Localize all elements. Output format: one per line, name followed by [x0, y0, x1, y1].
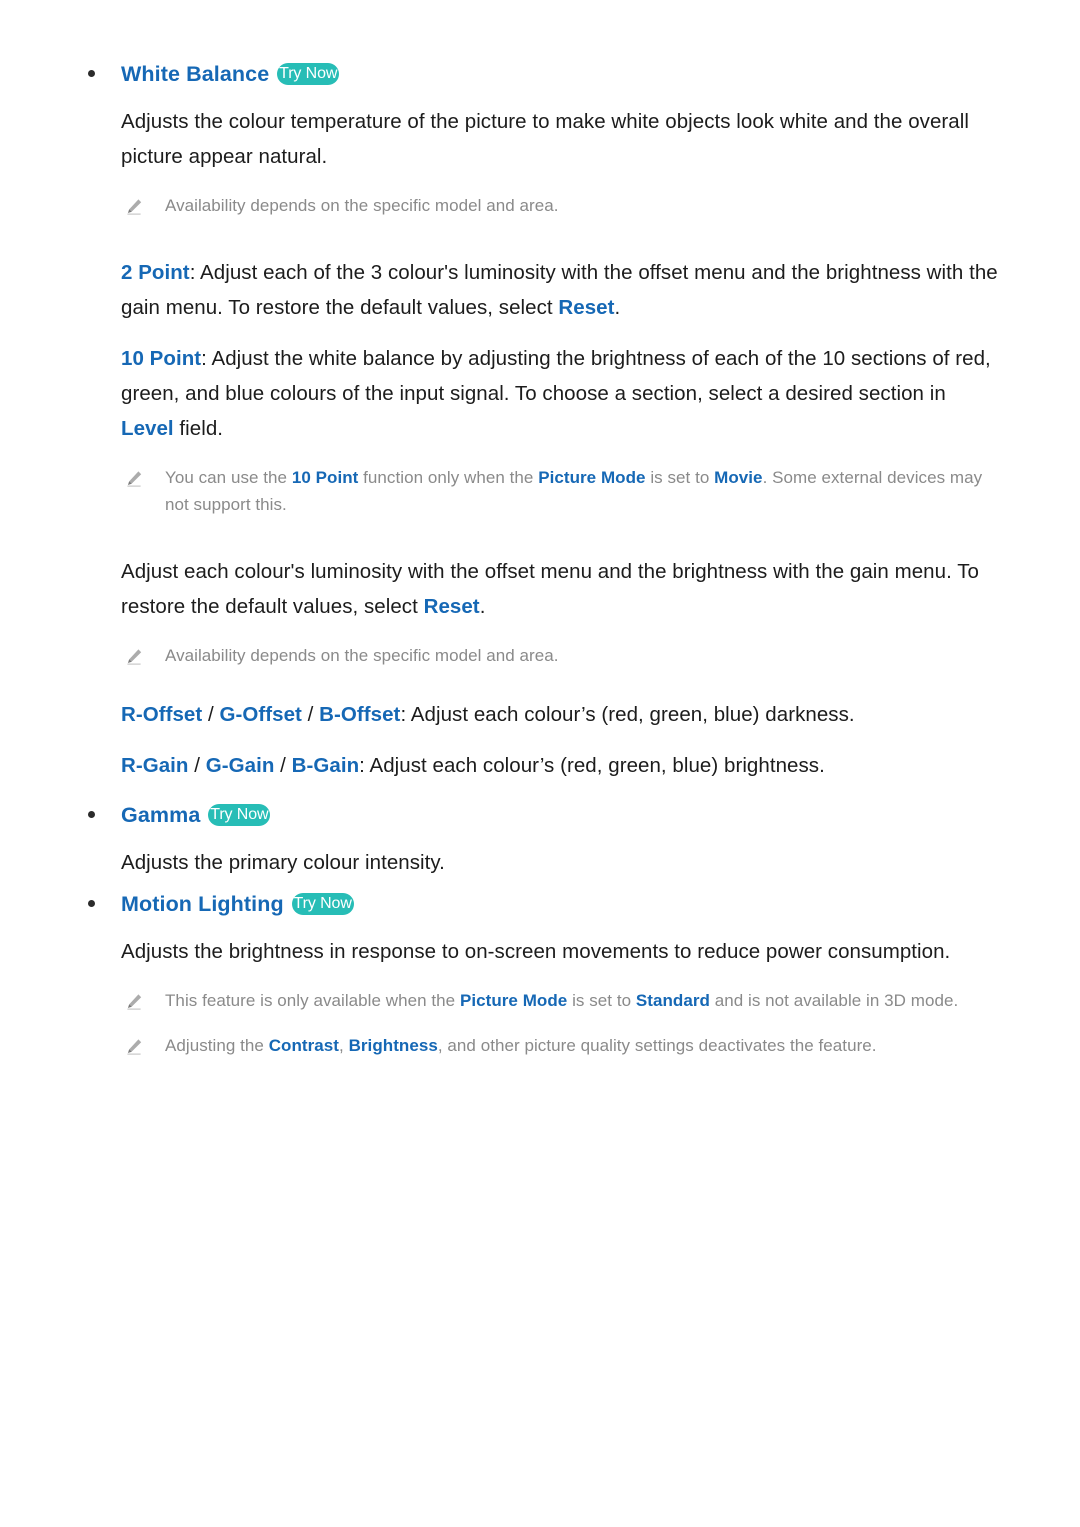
note-white-balance-availability: Availability depends on the specific mod…	[121, 192, 1000, 219]
try-now-badge-motion-lighting[interactable]: Try Now	[291, 893, 354, 915]
note-text-c: and is not available in 3D mode.	[709, 991, 959, 1010]
bullet-icon	[88, 70, 95, 77]
keyword-reset: Reset	[423, 595, 480, 618]
keyword-g-gain: G-Gain	[205, 754, 275, 777]
keyword-standard: Standard	[635, 991, 710, 1010]
note-text: Adjusting the Contrast, Brightness, and …	[165, 1032, 877, 1059]
keyword-brightness: Brightness	[348, 1036, 438, 1055]
keyword-b-gain: B-Gain	[291, 754, 360, 777]
try-now-badge-gamma[interactable]: Try Now	[208, 804, 271, 826]
note-motion-lighting-contrast: Adjusting the Contrast, Brightness, and …	[121, 1032, 1000, 1059]
heading-label-motion-lighting: Motion Lighting	[121, 892, 284, 916]
document-page: White Balance Try Now Adjusts the colour…	[0, 0, 1080, 1527]
paragraph-adjust-luminosity: Adjust each colour's luminosity with the…	[121, 554, 1000, 624]
note-text: Availability depends on the specific mod…	[165, 196, 559, 215]
keyword-b-offset: B-Offset	[319, 703, 401, 726]
heading-label-white-balance: White Balance	[121, 62, 270, 86]
keyword-picture-mode: Picture Mode	[459, 991, 568, 1010]
keyword-reset: Reset	[558, 296, 615, 319]
note-availability-second: Availability depends on the specific mod…	[121, 642, 1000, 669]
note-text-b: , and other picture quality settings dea…	[437, 1036, 877, 1055]
note-comma: ,	[339, 1036, 349, 1055]
section-heading-motion-lighting: Motion Lighting Try Now	[88, 892, 1000, 918]
pencil-icon	[125, 198, 143, 216]
section-heading-white-balance: White Balance Try Now	[88, 62, 1000, 88]
try-now-badge-white-balance[interactable]: Try Now	[277, 63, 340, 85]
pencil-icon	[125, 993, 143, 1011]
keyword-r-gain: R-Gain	[121, 754, 189, 777]
note-text-b: is set to	[567, 991, 636, 1010]
keyword-ten-point: 10 Point	[291, 468, 359, 487]
keyword-movie: Movie	[714, 468, 763, 487]
two-point-text-b: .	[614, 296, 621, 319]
try-now-badge-label: Try Now	[293, 895, 352, 912]
pencil-icon	[125, 1038, 143, 1056]
note-text: Availability depends on the specific mod…	[165, 646, 559, 665]
gain-separator-1: /	[188, 754, 206, 777]
keyword-picture-mode: Picture Mode	[538, 468, 646, 487]
keyword-two-point: 2 Point	[121, 261, 190, 284]
keyword-r-offset: R-Offset	[121, 703, 203, 726]
bullet-icon	[88, 900, 95, 907]
pencil-icon	[125, 648, 143, 666]
note-text: You can use the 10 Point function only w…	[165, 464, 1000, 518]
bullet-icon	[88, 811, 95, 818]
paragraph-two-point: 2 Point: Adjust each of the 3 colour's l…	[121, 255, 1000, 325]
gain-separator-2: /	[274, 754, 292, 777]
pencil-icon	[125, 470, 143, 488]
adjust-text-b: .	[479, 595, 486, 618]
note-text-c: is set to	[645, 468, 715, 487]
paragraph-offsets: R-Offset / G-Offset / B-Offset: Adjust e…	[121, 697, 1000, 732]
keyword-contrast: Contrast	[268, 1036, 340, 1055]
paragraph-white-balance-description: Adjusts the colour temperature of the pi…	[121, 110, 969, 168]
ten-point-text-b: field.	[173, 417, 224, 440]
paragraph-gamma-description: Adjusts the primary colour intensity.	[121, 851, 445, 874]
section-heading-gamma: Gamma Try Now	[88, 803, 1000, 829]
note-ten-point-picture-mode: You can use the 10 Point function only w…	[121, 464, 1000, 518]
try-now-badge-label: Try Now	[210, 806, 269, 823]
offset-separator-2: /	[301, 703, 320, 726]
heading-label-gamma: Gamma	[121, 803, 201, 827]
adjust-text-a: Adjust each colour's luminosity with the…	[121, 560, 979, 618]
ten-point-text-a: Adjust the white balance by adjusting th…	[121, 347, 991, 405]
keyword-ten-point: 10 Point	[121, 347, 202, 370]
try-now-badge-label: Try Now	[279, 65, 338, 82]
note-text-a: You can use the	[165, 468, 292, 487]
gains-text: Adjust each colour’s (red, green, blue) …	[364, 754, 825, 777]
keyword-g-offset: G-Offset	[219, 703, 302, 726]
note-text-b: function only when the	[358, 468, 539, 487]
note-text-a: Adjusting the	[165, 1036, 269, 1055]
paragraph-motion-lighting-description: Adjusts the brightness in response to on…	[121, 940, 951, 963]
paragraph-gains: R-Gain / G-Gain / B-Gain: Adjust each co…	[121, 748, 1000, 783]
paragraph-ten-point: 10 Point: Adjust the white balance by ad…	[121, 341, 1000, 446]
note-text-a: This feature is only available when the	[165, 991, 460, 1010]
note-text: This feature is only available when the …	[165, 987, 958, 1014]
note-motion-lighting-standard: This feature is only available when the …	[121, 987, 1000, 1014]
offsets-text: Adjust each colour’s (red, green, blue) …	[406, 703, 855, 726]
keyword-level: Level	[121, 417, 174, 440]
offset-separator-1: /	[202, 703, 220, 726]
